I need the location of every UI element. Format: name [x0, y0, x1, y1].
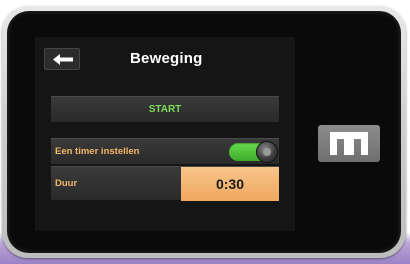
- duration-label: Duur: [55, 178, 78, 189]
- page-title: Beweging: [130, 50, 203, 67]
- back-button[interactable]: [44, 48, 80, 70]
- touch-screen: Beweging START Een timer instellen Duur …: [35, 37, 295, 231]
- device-bezel: Beweging START Een timer instellen Duur …: [7, 11, 401, 253]
- arrow-left-icon: [53, 54, 73, 65]
- duration-row[interactable]: Duur 0:30: [51, 166, 279, 201]
- timer-toggle[interactable]: [229, 141, 278, 163]
- toggle-knob: [256, 141, 278, 163]
- t-logo-icon: [330, 132, 368, 155]
- timer-setting-row[interactable]: Een timer instellen: [51, 138, 279, 164]
- pump-device: Beweging START Een timer instellen Duur …: [2, 6, 406, 258]
- duration-value[interactable]: 0:30: [181, 167, 279, 201]
- timer-setting-label: Een timer instellen: [55, 146, 140, 157]
- home-button[interactable]: [318, 125, 380, 162]
- start-button[interactable]: START: [51, 96, 279, 122]
